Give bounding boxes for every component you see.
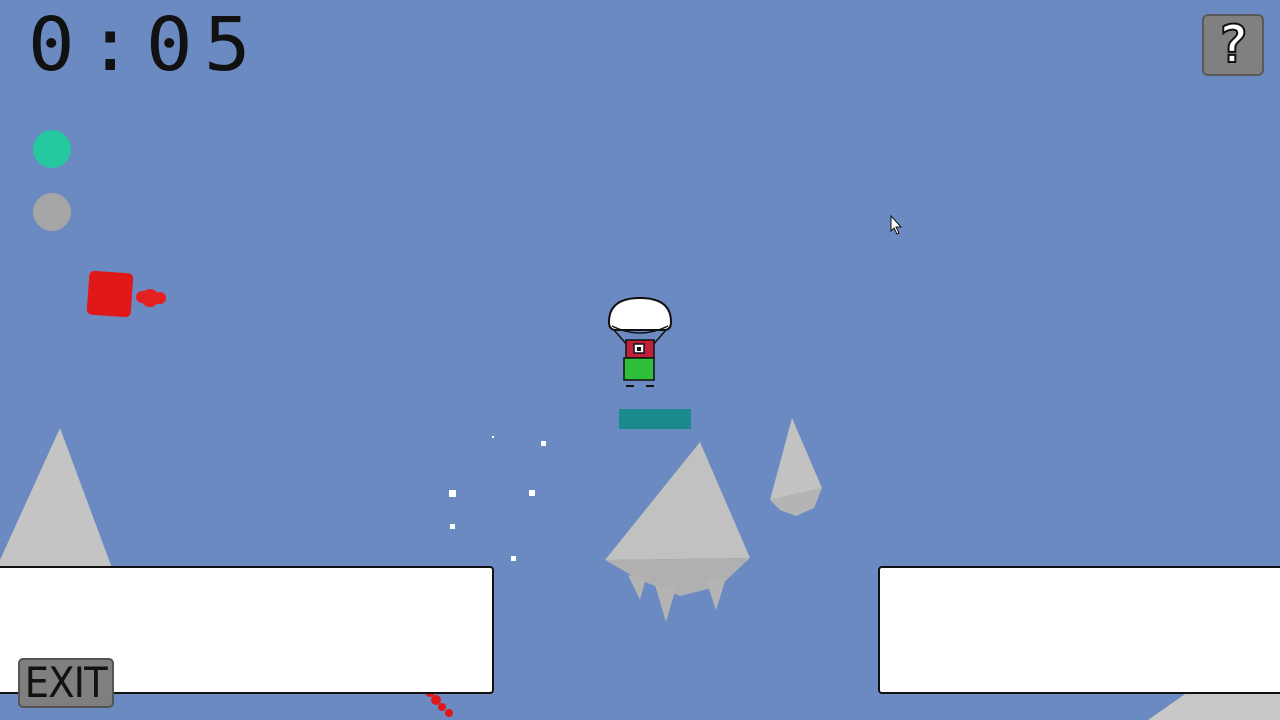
snow-particles	[449, 436, 546, 561]
help-button[interactable]: ?	[1202, 14, 1264, 76]
parachute-icon	[607, 296, 673, 331]
left-rock-spike	[0, 428, 112, 568]
timer-colon: :	[86, 2, 134, 88]
bottom-right-rock	[1148, 692, 1280, 720]
timer-digit: 0	[145, 2, 193, 88]
parachute-player	[607, 296, 673, 387]
big-floating-island	[605, 442, 750, 622]
timer-digit: 5	[203, 2, 251, 88]
mouse-cursor-icon	[890, 214, 903, 235]
indicator-inactive	[33, 193, 71, 231]
question-mark-icon: ?	[1216, 15, 1249, 75]
red-cube-enemy	[86, 270, 166, 318]
exit-label: EXIT	[24, 658, 108, 707]
right-platform	[878, 566, 1280, 694]
indicator-active	[33, 130, 71, 168]
timer-digit: 0	[27, 2, 75, 88]
exit-button[interactable]: EXIT	[18, 658, 114, 708]
small-floating-island	[770, 418, 822, 516]
timer: 0 : 0 5	[22, 2, 256, 88]
landing-pad	[619, 409, 691, 429]
